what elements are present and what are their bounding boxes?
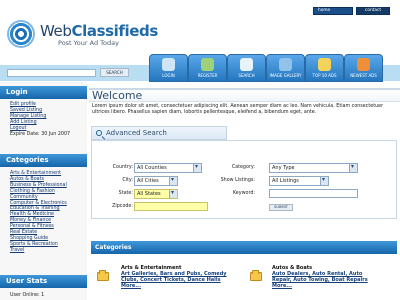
welcome-title: Welcome [89,88,400,102]
user-online-value: 1 [41,293,45,298]
nav-image-gallery[interactable]: IMAGE GALLERY [266,54,305,82]
category-select[interactable]: Any Type [269,163,358,173]
state-label: State: [118,191,133,196]
sidebar: Login Edit profile Saved Listing Manage … [0,82,87,300]
star-icon [318,58,331,71]
user-online-label: User Online: [10,293,40,298]
nav-label-register: REGISTER [197,73,218,78]
main-categories-header: Categories [91,241,397,254]
login-icon [162,58,175,71]
logo-icon [7,20,35,48]
site-title: WebClassifieds [40,22,158,40]
nav-top-ads[interactable]: TOP 10 ADS [305,54,344,82]
state-value: All States [137,191,161,197]
city-label: City: [122,178,133,183]
search-input[interactable] [7,69,96,77]
advanced-search-title: Advanced Search [106,129,167,137]
search-icon [240,58,253,71]
category-links: Arts & Entertainment Autos & Boats Busin… [10,171,67,254]
search-button[interactable]: SEARCH [100,68,129,77]
country-value: All Counties [137,165,167,171]
country-label: Country: [112,165,133,170]
nav-register[interactable]: REGISTER [188,54,227,82]
user-online-count: User Online: 1 [10,293,44,299]
nav-search[interactable]: SEARCH [227,54,266,82]
category-link[interactable]: Travel [10,248,67,254]
account-links: Edit profile Saved Listing Manage Listin… [10,102,70,137]
login-header: Login [0,86,87,99]
category-subcategories-arts: Art Galleries, Bars and Pubs, Comedy Clu… [121,271,239,289]
nav-label-login: LOGIN [162,73,175,78]
magnifier-icon [96,130,102,136]
newest-icon [357,58,370,71]
zipcode-input[interactable] [134,202,208,211]
advanced-search-form: Country: All Counties City: All Cities S… [91,140,397,219]
user-stats-header: User Stats [0,275,87,288]
show-listings-select[interactable]: All Listings [269,176,329,186]
keyword-input[interactable] [269,189,358,198]
show-listings-value: All Listings [272,178,299,184]
state-select[interactable]: All States [134,189,178,199]
category-link[interactable]: Business & Professional [10,183,67,189]
categories-header: Categories [0,154,87,167]
chevron-down-icon [169,176,177,185]
folder-icon [97,270,109,281]
chevron-down-icon [169,189,177,198]
chevron-down-icon [349,163,357,172]
site-tagline: Post Your Ad Today [58,39,119,47]
chevron-down-icon [320,176,328,185]
submit-button[interactable]: SUBMIT [269,204,293,211]
show-listings-label: Show Listings: [220,178,255,183]
chevron-down-icon [193,163,201,172]
image-gallery-icon [279,58,292,71]
zipcode-label: Zipcode: [112,204,133,209]
nav-label-image-gallery: IMAGE GALLERY [269,73,302,78]
nav-label-search: SEARCH [238,73,255,78]
country-select[interactable]: All Counties [134,163,202,173]
nav-label-newest-ads: NEWEST ADS [350,73,377,78]
register-icon [201,58,214,71]
city-select[interactable]: All Cities [134,176,178,186]
more-link[interactable]: More... [272,283,394,289]
city-value: All Cities [137,178,159,184]
nav-login[interactable]: LOGIN [149,54,188,82]
keyword-label: Keyword: [232,191,255,196]
user-stats: User Online: 1 [10,293,44,299]
category-value: Any Type [272,165,295,171]
advanced-search-header: Advanced Search [91,126,227,140]
contact-button[interactable]: contact [356,7,390,15]
nav-newest-ads[interactable]: NEWEST ADS [344,54,383,82]
category-subcategories-autos: Auto Dealers, Auto Rental, Auto Repair, … [272,271,394,289]
intro-line: ultrices libero. Phasellus sapien diam, … [92,110,317,116]
home-select[interactable]: home [313,7,353,15]
main-content: Welcome Lorem ipsum dolor sit amet, cons… [89,82,400,300]
category-label: Category: [231,165,255,170]
intro-text: Lorem ipsum dolor sit amet, consectetuer… [92,104,397,116]
expire-date: Expire Date: 30 Jun 2007 [10,131,71,137]
folder-icon [250,270,262,281]
more-link[interactable]: More... [121,283,239,289]
nav-label-top-ads: TOP 10 ADS [312,73,337,78]
